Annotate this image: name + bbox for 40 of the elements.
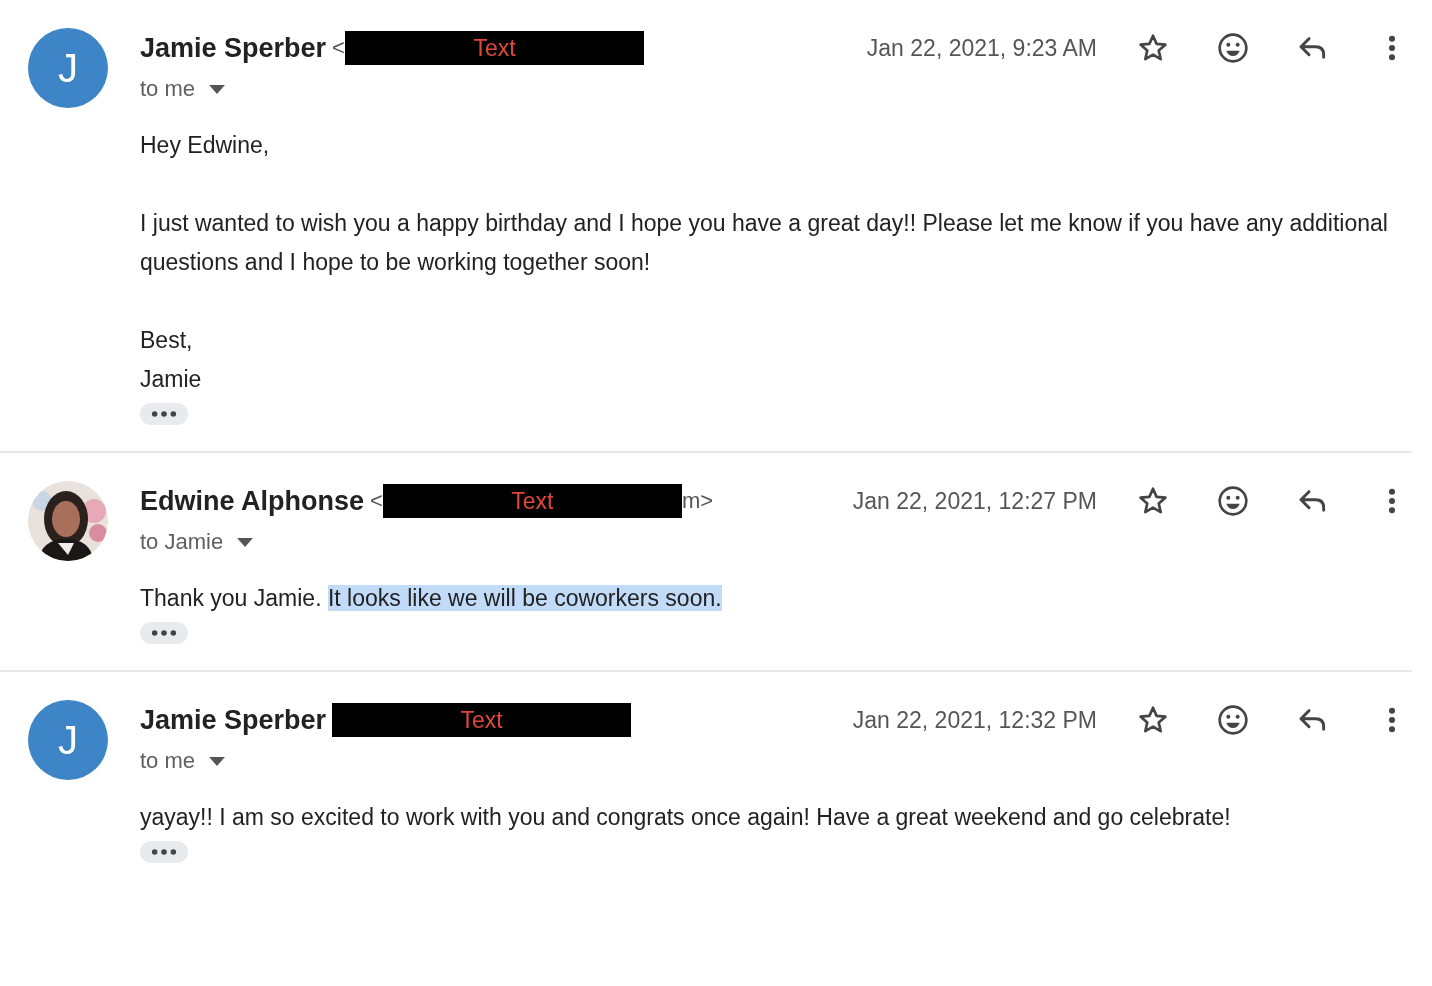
- message-text: yayay!! I am so excited to work with you and congrats once again! Have a great weekend and go celebrate!: [140, 803, 1232, 832]
- dropdown-icon[interactable]: [237, 537, 254, 547]
- redaction-bar: Text: [382, 484, 682, 518]
- sender-name: Edwine Alphonse: [140, 485, 364, 517]
- message-date: Jan 22, 2021, 12:32 PM: [852, 706, 1097, 734]
- show-trimmed-button[interactable]: [140, 622, 188, 644]
- message-text: I just wanted to wish you a happy birthday and I hope you have a great day!! Please let me know if you have any additional questions and I hope to be working together soon!: [140, 209, 1389, 277]
- message-date: Jan 22, 2021, 9:23 AM: [866, 34, 1097, 62]
- dropdown-icon[interactable]: [209, 756, 226, 766]
- more-icon[interactable]: [1387, 34, 1397, 62]
- more-icon[interactable]: [1387, 487, 1397, 515]
- show-trimmed-button[interactable]: [140, 403, 188, 425]
- sender-name: Jamie Sperber: [140, 704, 327, 736]
- emoji-icon[interactable]: [1217, 32, 1249, 64]
- ellipsis-icon[interactable]: [150, 629, 178, 637]
- more-icon[interactable]: [1387, 706, 1397, 734]
- message-text: Thank you Jamie. It looks like we will be coworkers soon.: [140, 584, 723, 613]
- email-fragment: <: [370, 488, 383, 514]
- show-trimmed-button[interactable]: [140, 841, 188, 863]
- emoji-icon[interactable]: [1217, 704, 1249, 736]
- redaction-bar: Text: [344, 31, 644, 65]
- star-icon[interactable]: [1137, 485, 1169, 517]
- emoji-icon[interactable]: [1217, 485, 1249, 517]
- message-date: Jan 22, 2021, 12:27 PM: [852, 487, 1097, 515]
- recipient-label: to me: [140, 76, 196, 102]
- email-fragment: <: [332, 35, 345, 61]
- ellipsis-icon[interactable]: [150, 410, 178, 418]
- message-text: Best, Jamie: [140, 326, 203, 394]
- star-icon[interactable]: [1137, 32, 1169, 64]
- recipient-label: to me: [140, 748, 196, 774]
- ellipsis-icon[interactable]: [150, 848, 178, 856]
- message-text: Hey Edwine,: [140, 131, 271, 160]
- dropdown-icon[interactable]: [209, 84, 226, 94]
- sender-name: Jamie Sperber: [140, 32, 327, 64]
- avatar: J: [28, 700, 108, 780]
- email-fragment: m>: [681, 488, 714, 514]
- recipient-label: to Jamie: [140, 529, 224, 555]
- star-icon[interactable]: [1137, 704, 1169, 736]
- avatar: J: [28, 28, 108, 108]
- redaction-bar: Text: [332, 703, 632, 737]
